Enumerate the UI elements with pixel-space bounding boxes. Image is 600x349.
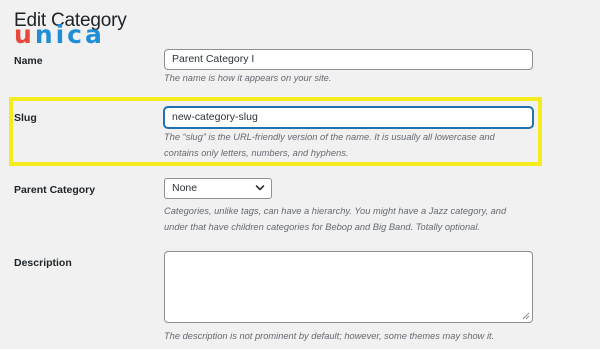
chevron-down-icon (255, 185, 265, 191)
name-input[interactable]: Parent Category I (164, 49, 533, 70)
logo-letters-nica: nica (34, 20, 105, 49)
description-textarea[interactable] (164, 251, 533, 323)
description-hint: The description is not prominent by defa… (164, 331, 495, 341)
name-hint: The name is how it appears on your site. (164, 73, 332, 83)
logo-letter-u: u (14, 20, 35, 49)
unica-logo: unica (14, 20, 105, 50)
parent-category-select[interactable]: None (164, 178, 272, 199)
parent-category-label: Parent Category (14, 184, 96, 196)
name-label: Name (14, 55, 43, 67)
slug-input[interactable]: new-category-slug (164, 107, 533, 128)
description-label: Description (14, 257, 72, 269)
slug-label: Slug (14, 112, 37, 124)
parent-category-hint-line-2: under that have children categories for … (164, 222, 480, 232)
resize-handle-icon[interactable] (522, 312, 530, 320)
slug-hint-line-1: The “slug” is the URL-friendly version o… (164, 132, 495, 142)
parent-category-selected: None (172, 182, 198, 194)
slug-hint-line-2: contains only letters, numbers, and hyph… (164, 148, 349, 158)
parent-category-hint-line-1: Categories, unlike tags, can have a hier… (164, 206, 507, 216)
